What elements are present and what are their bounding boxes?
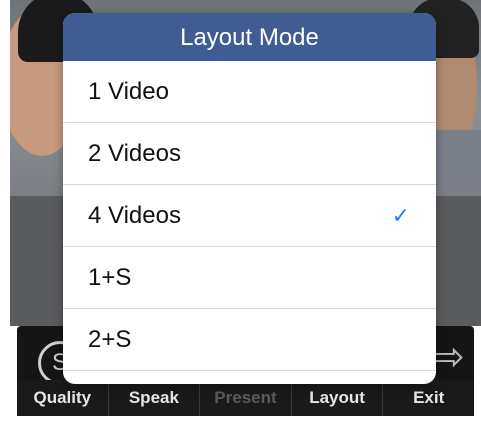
menu-item-label: 2+S — [88, 325, 132, 353]
layout-button[interactable]: Layout — [290, 380, 383, 416]
menu-item-1-plus-s[interactable]: 1+S — [63, 247, 436, 309]
menu-item-label: 2 Videos — [88, 139, 181, 167]
exit-button[interactable]: Exit — [382, 380, 474, 416]
menu-item-1-video[interactable]: 1 Video — [63, 61, 436, 123]
layout-mode-popover: Layout Mode 1 Video 2 Videos 4 Videos ✓ … — [63, 13, 436, 384]
menu-item-label: 4 Videos — [88, 201, 181, 229]
menu-item-label: 1 Video — [88, 77, 169, 105]
quality-button[interactable]: Quality — [17, 380, 108, 416]
toolbar-buttons: Quality Speak Present Layout Exit — [17, 380, 474, 416]
menu-item-2-videos[interactable]: 2 Videos — [63, 123, 436, 185]
present-button: Present — [199, 380, 291, 416]
checkmark-icon: ✓ — [391, 202, 410, 228]
menu-item-4-videos[interactable]: 4 Videos ✓ — [63, 185, 436, 247]
speak-button[interactable]: Speak — [107, 380, 200, 416]
menu-item-label: 1+S — [88, 263, 132, 291]
participant-shirt — [435, 130, 481, 190]
menu-item-2-plus-s[interactable]: 2+S — [63, 309, 436, 371]
popover-title: Layout Mode — [63, 13, 436, 61]
